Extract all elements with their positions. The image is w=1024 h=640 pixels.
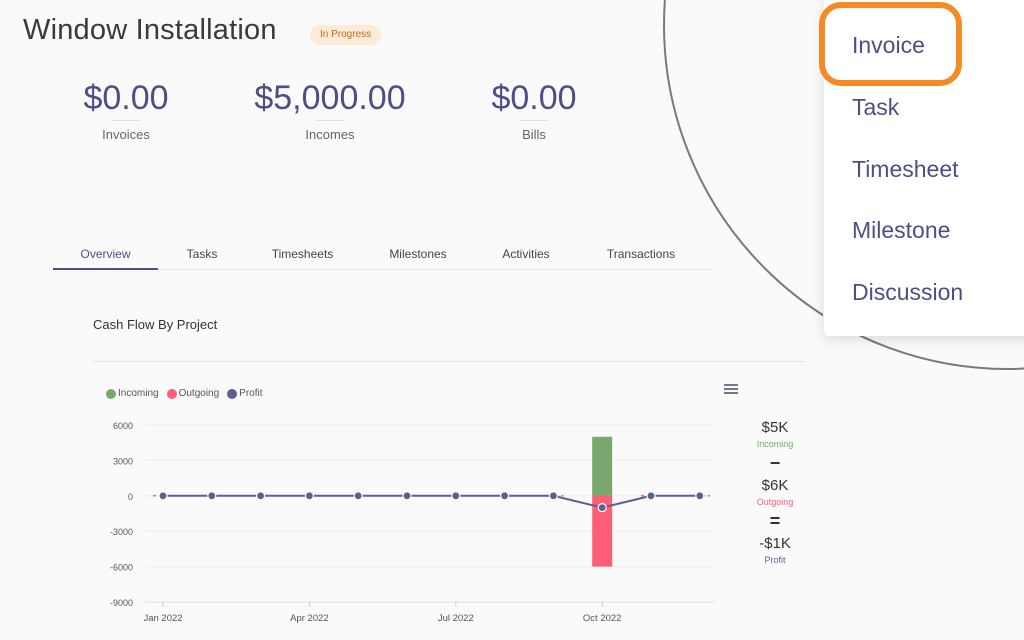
legend-label: Incoming: [118, 388, 159, 399]
stat-incomes: $5,000.00 Incomes: [230, 76, 430, 142]
profit-point: [500, 491, 510, 501]
highlight-ring: [819, 2, 962, 86]
legend-label: Profit: [239, 388, 263, 399]
legend-profit[interactable]: Profit: [227, 388, 263, 399]
menu-item-milestone[interactable]: Milestone: [852, 217, 950, 244]
stat-value: $0.00: [491, 79, 577, 117]
incoming-total: $5K: [761, 419, 789, 436]
legend-marker: [166, 388, 177, 399]
profit-point: [207, 491, 217, 501]
y-tick-label: 3000: [113, 456, 133, 466]
stat-label: Incomes: [305, 127, 355, 142]
outgoing-label: Outgoing: [756, 497, 794, 507]
menu-item-timesheet[interactable]: Timesheet: [852, 156, 959, 183]
tab-timesheets[interactable]: Timesheets: [246, 240, 359, 270]
x-tick-label: Apr 2022: [290, 613, 329, 624]
tab-tasks[interactable]: Tasks: [158, 240, 246, 270]
incoming-label: Incoming: [756, 439, 794, 449]
x-tick-label: Oct 2022: [583, 613, 622, 624]
page-title: Window Installation: [23, 14, 277, 46]
tab-activities[interactable]: Activities: [477, 240, 575, 270]
stat-label: Bills: [522, 127, 546, 142]
profit-label: Profit: [764, 555, 786, 565]
status-badge: In Progress: [310, 25, 382, 45]
tab-bar: Overview Tasks Timesheets Milestones Act…: [53, 240, 713, 270]
legend-incoming[interactable]: Incoming: [106, 388, 159, 399]
y-tick-label: -3000: [110, 527, 133, 537]
legend-marker: [106, 388, 116, 399]
stat-value: $5,000.00: [254, 79, 406, 117]
card-title: Cash Flow By Project: [93, 317, 218, 332]
divider: [112, 120, 140, 121]
profit-line: [163, 494, 700, 509]
x-tick-label: Jan 2022: [143, 613, 182, 624]
tab-overview[interactable]: Overview: [53, 240, 158, 270]
y-tick-label: -9000: [110, 598, 133, 608]
divider: [93, 361, 805, 362]
tab-milestones[interactable]: Milestones: [359, 240, 477, 270]
profit-total: -$1K: [759, 535, 791, 552]
chart-legend: Incoming Outgoing Profit: [106, 388, 263, 399]
y-tick-label: -6000: [110, 563, 133, 573]
legend-marker: [227, 388, 238, 399]
stat-label: Invoices: [102, 127, 150, 142]
equals-sign: =: [769, 511, 781, 531]
stat-value: $0.00: [83, 79, 169, 117]
menu-item-discussion[interactable]: Discussion: [852, 279, 963, 306]
divider: [520, 120, 548, 121]
profit-point: [695, 491, 705, 501]
divider: [316, 120, 344, 121]
stat-invoices: $0.00 Invoices: [26, 76, 226, 142]
profit-point: [646, 491, 656, 501]
y-tick-label: 0: [128, 492, 133, 502]
tab-transactions[interactable]: Transactions: [575, 240, 707, 270]
profit-point: [353, 491, 363, 501]
profit-point: [548, 491, 558, 501]
profit-point: [256, 491, 266, 501]
outgoing-total: $6K: [761, 477, 789, 494]
legend-outgoing[interactable]: Outgoing: [166, 388, 220, 399]
profit-point: [402, 491, 412, 501]
profit-point: [304, 491, 314, 501]
cash-flow-summary: $5K Incoming − $6K Outgoing = -$1K Profi…: [740, 418, 810, 566]
hamburger-menu-icon[interactable]: [724, 384, 738, 396]
bar-incoming: [592, 436, 613, 496]
cash-flow-chart: 6000 3000 0 -3000 -6000 -9000 Jan 2022 Apr 2022…: [110, 421, 715, 624]
profit-point: [597, 502, 607, 513]
y-tick-label: 6000: [113, 421, 133, 431]
profit-point: [158, 491, 168, 501]
legend-label: Outgoing: [178, 388, 220, 399]
stat-bills: $0.00 Bills: [434, 76, 634, 142]
x-tick-label: Jul 2022: [438, 613, 474, 624]
menu-item-task[interactable]: Task: [852, 94, 899, 121]
profit-point: [451, 491, 461, 501]
minus-sign: −: [769, 453, 781, 473]
